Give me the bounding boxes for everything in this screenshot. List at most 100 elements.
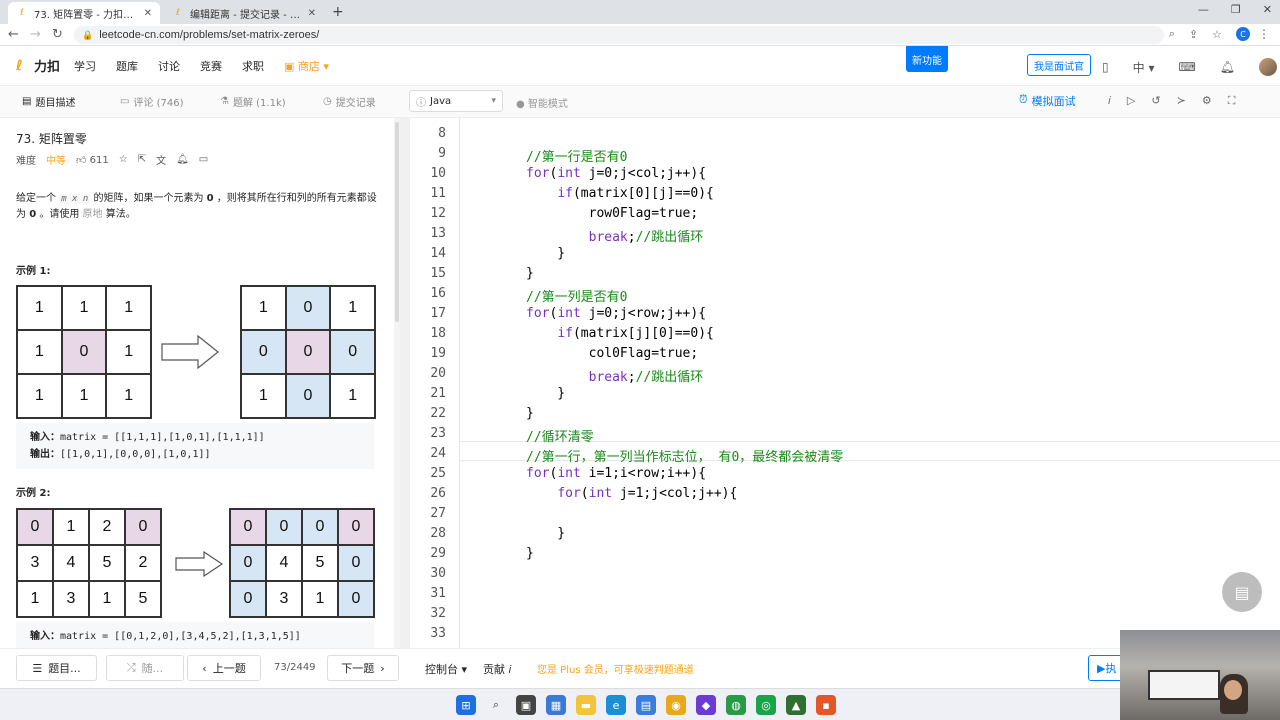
- line-number: 16: [430, 286, 446, 301]
- terminal-icon[interactable]: ⌨: [1178, 60, 1195, 74]
- tab-comments[interactable]: ▭ 评论 (746): [120, 94, 184, 109]
- in-place-link[interactable]: 原地: [83, 209, 103, 220]
- info-icon: ⓘ: [416, 97, 426, 109]
- widgets-icon[interactable]: ▦: [546, 695, 566, 715]
- maximize-icon[interactable]: ❐: [1231, 3, 1241, 16]
- matrix-cell: 0: [338, 581, 374, 617]
- new-feature-badge[interactable]: 新功能: [906, 46, 948, 72]
- code-line: for(int j=0;j<row;j++){: [526, 306, 707, 321]
- app-icon-4[interactable]: ▪: [816, 695, 836, 715]
- contribute-button[interactable]: 贡献 𝑖: [483, 661, 511, 677]
- code-editor[interactable]: 8 9 10 11 12 13 14 15 16 17 18 19 20 21 22 23 24 25 26 27 28…: [410, 118, 1280, 648]
- matrix-cell: 0: [302, 509, 338, 545]
- app-icon-3[interactable]: ▲: [786, 695, 806, 715]
- like-button[interactable]: 👍︎ 611: [76, 154, 109, 166]
- new-tab-icon[interactable]: +: [332, 4, 344, 20]
- browser-tab-2[interactable]: ℓ 编辑距离 - 提交记录 - 力扣（Lee ✕: [164, 2, 324, 24]
- panel-resize-handle[interactable]: [400, 118, 410, 650]
- notes-icon: ▤: [1234, 582, 1250, 602]
- minimize-icon[interactable]: —: [1198, 3, 1209, 16]
- nav-discuss[interactable]: 讨论: [158, 58, 180, 74]
- search-icon[interactable]: ⌕: [486, 695, 506, 715]
- problem-page-count: 73/2449: [274, 662, 316, 673]
- nav-shop[interactable]: ▣ 商店 ▾: [284, 58, 329, 74]
- problem-list-button[interactable]: ☰ 题目...: [16, 655, 97, 681]
- back-icon[interactable]: ←: [8, 27, 19, 42]
- desc-bold: 0: [206, 193, 214, 204]
- language-select[interactable]: ⓘ Java ▾: [409, 90, 503, 112]
- prev-problem-button[interactable]: ‹ 上一题: [187, 655, 261, 681]
- matrix-cell: 3: [17, 545, 53, 581]
- matrix-cell: 1: [241, 374, 286, 418]
- example-1-output-matrix: 101000101: [240, 285, 376, 419]
- edge-browser-icon[interactable]: e: [606, 695, 626, 715]
- wechat-icon[interactable]: ◎: [756, 695, 776, 715]
- windows-start-icon[interactable]: ⊞: [456, 695, 476, 715]
- file-explorer-icon[interactable]: ▬: [576, 695, 596, 715]
- mock-interview-button[interactable]: ⏰︎ 模拟面试: [1019, 93, 1076, 109]
- console-icon[interactable]: ≻: [1177, 94, 1186, 108]
- tab-submissions[interactable]: ◷ 提交记录: [323, 94, 376, 109]
- url-field[interactable]: 🔒 leetcode-cn.com/problems/set-matrix-ze…: [74, 26, 1164, 44]
- nav-learn[interactable]: 学习: [74, 58, 96, 74]
- browser-tab-active[interactable]: ℓ 73. 矩阵置零 - 力扣（LeetCode） ✕: [8, 2, 160, 24]
- browser-tab-title: 编辑距离 - 提交记录 - 力扣（Lee: [190, 9, 302, 21]
- app-icon[interactable]: ◆: [696, 695, 716, 715]
- smart-mode-toggle[interactable]: ● 智能模式: [516, 95, 568, 110]
- thumbs-up-icon: 👍︎: [76, 154, 87, 166]
- code-line: }: [526, 546, 534, 561]
- favorite-star-icon[interactable]: ☆: [119, 154, 128, 165]
- store-icon[interactable]: ▤: [636, 695, 656, 715]
- share-icon[interactable]: ⇱: [138, 154, 146, 165]
- mobile-icon[interactable]: ▯: [1102, 60, 1109, 74]
- matrix-cell: 3: [266, 581, 302, 617]
- matrix-cell: 1: [61, 374, 107, 418]
- matrix-cell: 1: [17, 286, 62, 330]
- code-line: for(int i=1;i<row;i++){: [526, 466, 707, 481]
- matrix-cell: 0: [241, 330, 286, 374]
- console-button[interactable]: 控制台 ▾: [425, 661, 467, 677]
- plus-member-notice: 您是 Plus 会员，可享极速判题通道: [537, 665, 694, 676]
- line-number: 28: [430, 526, 446, 541]
- scrollbar-thumb[interactable]: [395, 122, 399, 322]
- forward-icon[interactable]: →: [30, 27, 41, 42]
- nav-jobs[interactable]: 求职: [242, 58, 264, 74]
- code-line: //第一行是否有0: [526, 150, 628, 165]
- desc-text: 的矩阵，如果一个元素为: [93, 193, 204, 204]
- settings-icon[interactable]: ⚙: [1202, 94, 1212, 108]
- leetcode-logo[interactable]: ℓ 力扣: [16, 56, 60, 76]
- language-toggle[interactable]: 中 ▾: [1133, 59, 1155, 76]
- tab-solutions[interactable]: ⚗ 题解 (1.1k): [220, 94, 286, 109]
- translate-icon[interactable]: 文: [156, 152, 166, 167]
- share-icon[interactable]: ⇪: [1189, 28, 1198, 41]
- nav-problems[interactable]: 题库: [116, 58, 138, 74]
- bookmark-star-icon[interactable]: ☆: [1212, 28, 1222, 41]
- window-controls: — ❐ ✕: [1198, 3, 1272, 16]
- fullscreen-icon[interactable]: ⛶: [1228, 94, 1236, 108]
- random-problem-button[interactable]: ⤮ 随...: [106, 655, 184, 681]
- chrome-icon[interactable]: ◉: [666, 695, 686, 715]
- close-tab-icon[interactable]: ✕: [144, 8, 152, 19]
- next-problem-button[interactable]: 下一题 ›: [327, 655, 399, 681]
- reset-icon[interactable]: ↺: [1151, 94, 1160, 108]
- feedback-icon[interactable]: ▭: [199, 154, 208, 165]
- interviewer-button[interactable]: 我是面试官: [1027, 54, 1091, 76]
- notes-fab-button[interactable]: ▤: [1222, 572, 1262, 612]
- line-number: 11: [430, 186, 446, 201]
- notification-bell-icon[interactable]: 🔔︎: [1220, 60, 1235, 74]
- reload-icon[interactable]: ↻: [52, 27, 63, 42]
- browser-menu-icon[interactable]: ⋮: [1258, 27, 1270, 41]
- task-view-icon[interactable]: ▣: [516, 695, 536, 715]
- run-play-icon[interactable]: ▷: [1127, 94, 1135, 108]
- close-window-icon[interactable]: ✕: [1263, 3, 1272, 16]
- nav-contest[interactable]: 竞赛: [200, 58, 222, 74]
- tab-description[interactable]: ▤ 题目描述: [22, 94, 75, 109]
- info-italic-icon[interactable]: 𝑖: [1108, 94, 1111, 108]
- user-avatar[interactable]: [1259, 58, 1278, 76]
- close-tab-icon[interactable]: ✕: [308, 8, 316, 19]
- app-icon-2[interactable]: ◍: [726, 695, 746, 715]
- notification-bell-icon[interactable]: 🔔︎: [176, 154, 189, 165]
- zoom-icon[interactable]: ⌕: [1169, 27, 1175, 41]
- profile-avatar[interactable]: C: [1236, 27, 1250, 41]
- difficulty-label: 难度: [16, 156, 36, 167]
